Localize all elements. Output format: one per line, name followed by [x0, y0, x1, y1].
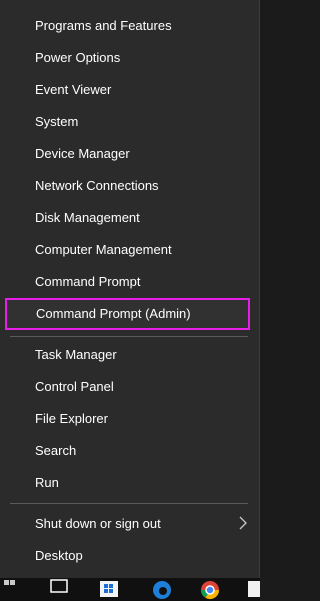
menu-item-computer-management[interactable]: Computer Management	[0, 234, 250, 266]
menu-item-network-connections[interactable]: Network Connections	[0, 170, 250, 202]
menu-item-label: Shut down or sign out	[35, 516, 161, 531]
menu-item-command-prompt[interactable]: Command Prompt	[0, 266, 250, 298]
menu-item-search[interactable]: Search	[0, 435, 250, 467]
menu-item-file-explorer[interactable]: File Explorer	[0, 403, 250, 435]
menu-separator	[10, 336, 248, 337]
menu-item-device-manager[interactable]: Device Manager	[0, 138, 250, 170]
winx-context-menu: Programs and Features Power Options Even…	[0, 0, 260, 578]
menu-item-control-panel[interactable]: Control Panel	[0, 371, 250, 403]
menu-item-event-viewer[interactable]: Event Viewer	[0, 74, 250, 106]
edge-icon[interactable]	[150, 578, 174, 601]
task-view-icon[interactable]	[48, 578, 72, 601]
menu-item-shut-down-or-sign-out[interactable]: Shut down or sign out	[0, 508, 259, 540]
chrome-icon[interactable]	[198, 578, 222, 601]
store-icon[interactable]	[98, 578, 122, 601]
menu-item-programs-and-features[interactable]: Programs and Features	[0, 10, 250, 42]
menu-separator	[10, 503, 248, 504]
menu-item-disk-management[interactable]: Disk Management	[0, 202, 250, 234]
chevron-right-icon	[239, 516, 247, 530]
menu-item-desktop[interactable]: Desktop	[0, 540, 250, 572]
menu-item-task-manager[interactable]: Task Manager	[0, 339, 250, 371]
menu-item-run[interactable]: Run	[0, 467, 250, 499]
app-icon[interactable]	[246, 578, 260, 601]
menu-item-power-options[interactable]: Power Options	[0, 42, 250, 74]
start-icon[interactable]	[2, 578, 18, 601]
taskbar	[0, 578, 260, 601]
menu-item-system[interactable]: System	[0, 106, 250, 138]
menu-item-command-prompt-admin[interactable]: Command Prompt (Admin)	[5, 298, 250, 330]
